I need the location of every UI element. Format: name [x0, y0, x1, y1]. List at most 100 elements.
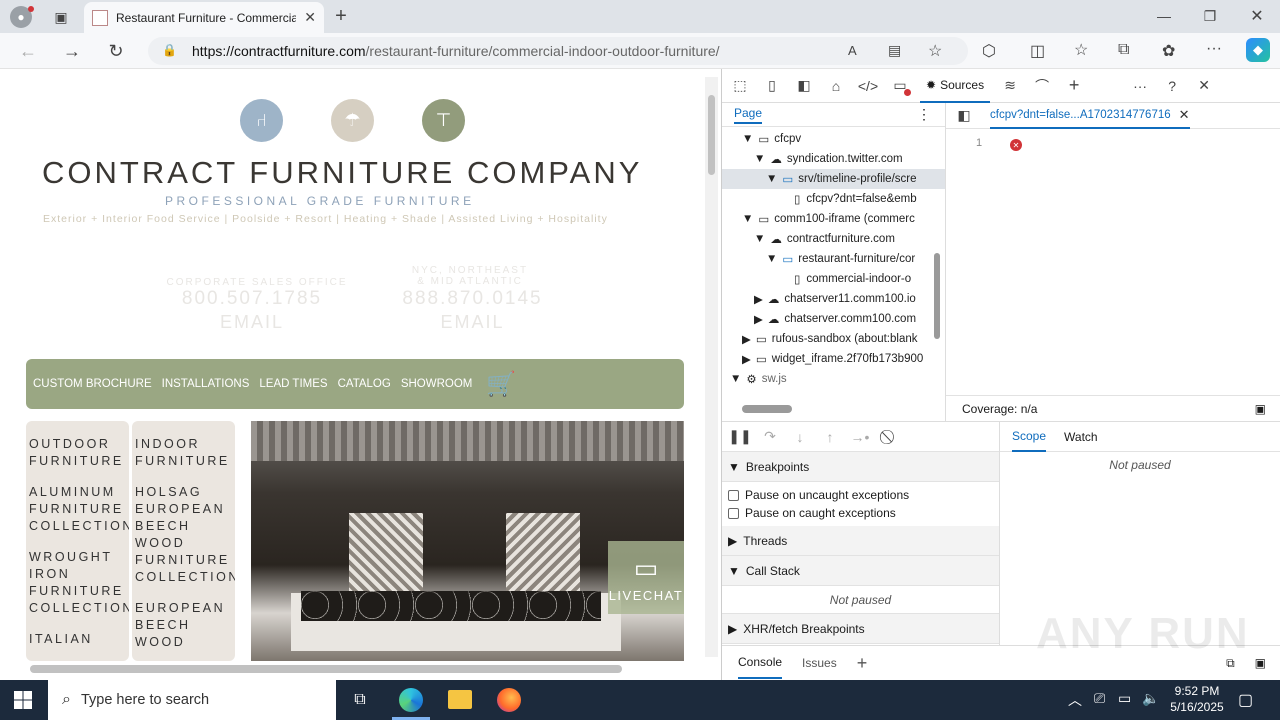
tree-item-contractfurniture[interactable]: ▼ ☁ contractfurniture.com [722, 229, 945, 249]
step-over-icon[interactable]: ↷ [758, 425, 782, 449]
network-icon[interactable]: ≋ [998, 74, 1022, 98]
call-stack-section[interactable]: ▼ Call Stack [722, 556, 999, 586]
notifications-icon[interactable]: ▢ [1238, 690, 1253, 710]
error-icon[interactable]: ✕ [1010, 139, 1022, 151]
lock-icon[interactable]: 🔒 [162, 43, 177, 57]
favorites-icon[interactable]: ☆ [1074, 40, 1088, 60]
holsag-link[interactable]: HOLSAG EUROPEAN BEECH WOOD FURNITURE COL… [135, 484, 235, 586]
table-icon[interactable]: ⊤ [422, 99, 465, 142]
tree-item-cfcpv-file[interactable]: ▯ cfcpv?dnt=false&emb [722, 189, 945, 209]
indoor-furniture-link[interactable]: INDOOR FURNITURE [135, 436, 235, 470]
checkbox[interactable] [728, 507, 739, 519]
tray-security-icon[interactable]: ⎚ [1094, 690, 1105, 707]
page-vscroll-track[interactable] [705, 77, 718, 657]
close-devtools-icon[interactable]: ✕ [1192, 74, 1216, 98]
more-tools-icon[interactable]: + [1062, 74, 1086, 98]
toggle-navigator-icon[interactable]: ◧ [952, 104, 976, 128]
tree-item-syndication[interactable]: ▼ ☁ syndication.twitter.com [722, 149, 945, 169]
xhr-breakpoints-section[interactable]: ▶ XHR/fetch Breakpoints [722, 614, 999, 644]
tree-item-timeline-folder[interactable]: ▼ ▭ srv/timeline-profile/scre [722, 169, 945, 189]
task-view-icon[interactable]: ⧉ [348, 688, 372, 712]
elements-icon[interactable]: </> [856, 74, 880, 98]
close-drawer-icon[interactable]: ▣ [1255, 656, 1266, 670]
tree-item-cfcpv[interactable]: ▼ ▭ cfcpv [722, 129, 945, 149]
new-tab-icon[interactable]: + [330, 5, 352, 27]
add-drawer-tab-icon[interactable]: + [857, 653, 868, 674]
console-icon[interactable]: ▭ [888, 74, 912, 98]
extensions-icon[interactable]: ⬡ [982, 41, 996, 61]
edge-app-icon[interactable] [399, 688, 423, 712]
brand-name[interactable]: CONTRACT FURNITURE COMPANY [42, 155, 682, 191]
tree-item-chatserver[interactable]: ▶ ☁ chatserver.comm100.com [722, 309, 945, 329]
navigator-vscroll-thumb[interactable] [934, 253, 940, 339]
tree-item-chatserver11[interactable]: ▶ ☁ chatserver11.comm100.io [722, 289, 945, 309]
tree-item-widget-iframe[interactable]: ▶ ▭ widget_iframe.2f70fb173b900 [722, 349, 945, 369]
tree-item-comm100-iframe[interactable]: ▼ ▭ comm100-iframe (commerc [722, 209, 945, 229]
issues-tab[interactable]: Issues [802, 656, 837, 670]
pause-icon[interactable]: ❚❚ [728, 425, 752, 449]
tree-item-commercial-file[interactable]: ▯ commercial-indoor-o [722, 269, 945, 289]
inspect-icon[interactable]: ⬚ [728, 74, 752, 98]
volume-icon[interactable]: 🔈 [1142, 690, 1159, 707]
editor-tab[interactable]: cfcpv?dnt=false...A1702314776716 ✕ [990, 103, 1190, 129]
european-beech-link[interactable]: EUROPEAN BEECH WOOD [135, 600, 235, 651]
italian-link[interactable]: ITALIAN [29, 631, 129, 648]
pause-uncaught-row[interactable]: Pause on uncaught exceptions [722, 486, 999, 504]
livechat-widget[interactable]: ▭ LIVECHAT [608, 541, 684, 614]
nav-custom-brochure[interactable]: CUSTOM BROCHURE [33, 378, 152, 390]
firefox-icon[interactable] [497, 688, 521, 712]
console-tab[interactable]: Console [738, 647, 783, 679]
close-editor-tab-icon[interactable]: ✕ [1179, 107, 1190, 123]
navigator-menu-icon[interactable]: ⋮ [917, 106, 931, 123]
dock-icon[interactable]: ◧ [792, 74, 816, 98]
deactivate-breakpoints-icon[interactable]: ⃠ [878, 425, 902, 449]
help-icon[interactable]: ? [1160, 74, 1184, 98]
refresh-icon[interactable]: ↻ [104, 39, 128, 63]
watch-tab[interactable]: Watch [1064, 430, 1098, 444]
tree-item-swjs[interactable]: ▼ ⚙ sw.js [722, 369, 945, 389]
nav-catalog[interactable]: CATALOG [338, 378, 391, 390]
restore-icon[interactable]: ❐ [1198, 5, 1222, 27]
page-tab[interactable]: Page [734, 106, 763, 124]
welcome-home-icon[interactable]: ⌂ [824, 74, 848, 98]
office1-phone[interactable]: 800.507.1785 [162, 288, 342, 310]
page-hscroll-thumb[interactable] [30, 665, 622, 673]
threads-section[interactable]: ▶ Threads [722, 526, 999, 556]
screenshot-icon[interactable]: ▣ [1255, 402, 1266, 416]
tree-item-restaurant-folder[interactable]: ▼ ▭ restaurant-furniture/cor [722, 249, 945, 269]
clock[interactable]: 9:52 PM 5/16/2025 [1162, 683, 1232, 715]
tab-actions-icon[interactable]: ▣ [50, 6, 72, 28]
performance-icon[interactable]: ✿ [1162, 41, 1175, 61]
network-tray-icon[interactable]: ▭ [1118, 690, 1131, 707]
office2-email[interactable]: EMAIL [385, 312, 560, 333]
copilot-icon[interactable]: ◆ [1246, 38, 1270, 62]
outdoor-furniture-link[interactable]: OUTDOOR FURNITURE [29, 436, 129, 470]
breakpoints-section[interactable]: ▼ Breakpoints [722, 452, 999, 482]
read-aloud-icon[interactable]: A [848, 43, 857, 58]
file-explorer-icon[interactable] [448, 690, 472, 709]
umbrella-icon[interactable]: ☂ [331, 99, 374, 142]
step-into-icon[interactable]: ↓ [788, 425, 812, 449]
wrought-iron-link[interactable]: WROUGHT IRON FURNITURE COLLECTIONS [29, 549, 129, 617]
nav-installations[interactable]: INSTALLATIONS [162, 378, 250, 390]
url-field[interactable]: 🔒 https://contractfurniture.com/restaura… [148, 37, 968, 65]
tree-item-rufous[interactable]: ▶ ▭ rufous-sandbox (about:blank [722, 329, 945, 349]
performance-tab-icon[interactable]: ⌒ [1030, 74, 1054, 98]
favorite-star-icon[interactable]: ☆ [928, 41, 942, 61]
nav-showroom[interactable]: SHOWROOM [401, 378, 473, 390]
split-screen-icon[interactable]: ◫ [1030, 41, 1045, 61]
windows-start-icon[interactable] [14, 691, 32, 709]
office1-email[interactable]: EMAIL [162, 312, 342, 333]
minimize-icon[interactable]: — [1152, 5, 1176, 27]
close-window-icon[interactable]: ✕ [1245, 5, 1269, 27]
aluminum-collections-link[interactable]: ALUMINUM FURNITURE COLLECTIONS [29, 484, 129, 535]
chair-icon[interactable]: ⑁ [240, 99, 283, 142]
device-toolbar-icon[interactable]: ▯ [760, 74, 784, 98]
devtools-menu-icon[interactable]: ··· [1128, 74, 1152, 98]
taskbar-search[interactable]: ⌕ Type here to search [48, 680, 336, 720]
back-icon[interactable]: ← [16, 39, 40, 63]
navigator-hscroll-thumb[interactable] [742, 405, 792, 413]
pause-caught-row[interactable]: Pause on caught exceptions [722, 504, 999, 522]
scope-tab[interactable]: Scope [1012, 422, 1047, 452]
forward-icon[interactable]: → [60, 39, 84, 63]
